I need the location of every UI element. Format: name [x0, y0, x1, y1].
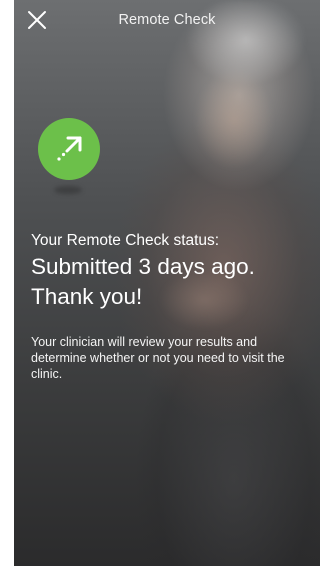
- status-badge: [38, 118, 100, 180]
- status-message: Your clinician will review your results …: [31, 335, 285, 381]
- status-headline: Submitted 3 days ago. Thank you!: [31, 252, 316, 312]
- page-title: Remote Check: [118, 12, 216, 28]
- status-headline-line1: Submitted 3 days ago.: [31, 254, 255, 279]
- badge-shadow: [54, 186, 82, 194]
- arrow-up-right-icon: [57, 136, 82, 161]
- remote-check-screen: Remote Check Your Remote Check status: S…: [14, 0, 320, 566]
- status-headline-line2: Thank you!: [31, 284, 143, 309]
- status-label: Your Remote Check status:: [31, 232, 220, 249]
- top-bar: Remote Check: [14, 0, 320, 44]
